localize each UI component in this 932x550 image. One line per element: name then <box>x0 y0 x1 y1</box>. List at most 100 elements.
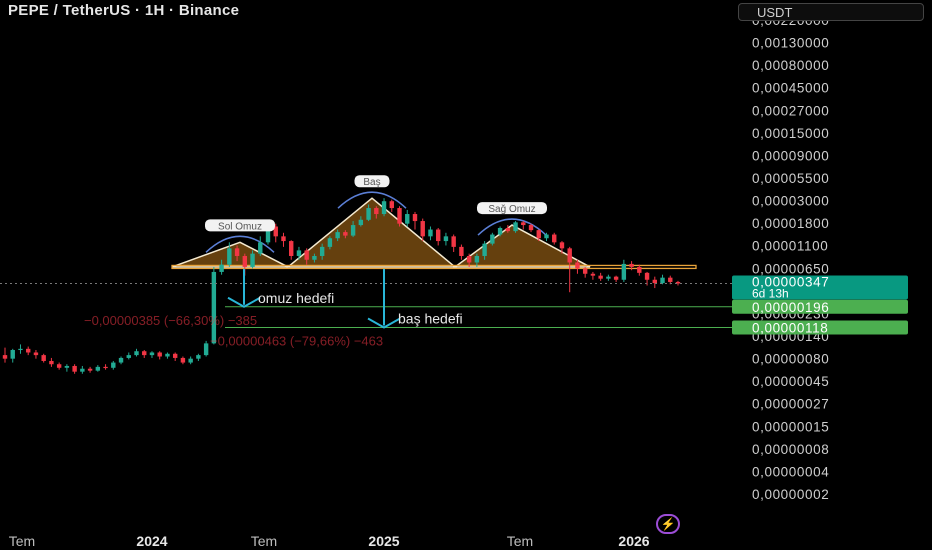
candle-body <box>559 242 565 249</box>
candle-body <box>103 366 108 369</box>
candle-body <box>443 236 449 242</box>
candle-body <box>466 255 472 263</box>
x-tick-label: 2025 <box>368 533 399 549</box>
candle-body <box>350 225 356 236</box>
candle-body <box>157 352 162 357</box>
price-axis[interactable]: 0,002200000,001300000,000800000,00045000… <box>752 13 829 502</box>
candle-body <box>134 351 139 356</box>
y-tick-label: 0,00000015 <box>752 419 829 434</box>
candle-body <box>49 360 54 365</box>
pattern-label: Sol Omuz <box>218 221 262 232</box>
x-tick-label: Tem <box>251 533 277 549</box>
candle-body <box>180 357 186 363</box>
y-tick-label: 0,00015000 <box>752 126 829 141</box>
candle-body <box>196 355 201 359</box>
candle-body <box>598 275 603 279</box>
candle-body <box>242 255 248 267</box>
candle-body <box>2 355 8 359</box>
pattern-label: Baş <box>363 177 380 188</box>
candle-body <box>56 364 62 368</box>
y-tick-label: 0,00009000 <box>752 148 829 163</box>
lightning-icon[interactable]: ⚡ <box>656 514 680 534</box>
candle-body <box>435 229 441 242</box>
candle-body <box>227 248 232 265</box>
candle-body <box>289 241 294 256</box>
target-label: omuz hedefi <box>258 290 334 306</box>
pattern-label: Sağ Omuz <box>488 204 535 215</box>
target-label: baş hedefi <box>398 311 463 327</box>
candle-body <box>660 277 665 284</box>
time-axis[interactable]: Tem 2024 Tem 2025 Tem 2026 <box>9 533 650 549</box>
y-tick-label: 0,00045000 <box>752 81 829 96</box>
y-tick-label: 0,00000080 <box>752 352 829 367</box>
candle-body <box>497 227 503 235</box>
candle-body <box>552 234 557 243</box>
y-tick-label: 0,00000002 <box>752 487 829 502</box>
countdown-label: 6d 13h <box>752 286 789 300</box>
x-tick-label: 2024 <box>136 533 167 549</box>
y-tick-label: 0,00000045 <box>752 374 829 389</box>
y-tick-label: 0,00000004 <box>752 464 829 479</box>
candle-body <box>490 234 495 244</box>
candle-body <box>335 232 340 239</box>
candle-body <box>374 208 379 215</box>
candle-body <box>111 362 116 368</box>
candle-body <box>381 201 387 215</box>
candle-body <box>482 243 487 256</box>
y-tick-label: 0,00001100 <box>752 239 828 254</box>
y-tick-label: 0,00027000 <box>752 103 829 118</box>
candle-body <box>258 242 263 254</box>
candle-body <box>203 343 209 356</box>
target-price-label: 0,00000118 <box>752 321 828 336</box>
candle-body <box>420 221 425 237</box>
candle-body <box>521 222 526 226</box>
candle-body <box>64 365 70 368</box>
candle-body <box>397 208 402 224</box>
candle-body <box>652 279 657 284</box>
candle-body <box>18 348 23 351</box>
candle-body <box>668 277 673 282</box>
candle-body <box>637 266 642 273</box>
candle-body <box>544 234 549 239</box>
candle-body <box>80 368 85 372</box>
price-labels: 0,000003476d 13h0,000001960,00000118 <box>732 274 908 336</box>
candle-body <box>319 246 325 256</box>
candle-body <box>451 236 456 247</box>
candle-body <box>26 348 31 353</box>
x-tick-label: 2026 <box>618 533 649 549</box>
candle-body <box>358 219 364 226</box>
candle-body <box>41 355 46 361</box>
chart-title: PEPE / TetherUS · 1H · Binance <box>8 2 240 19</box>
candle-body <box>165 353 170 357</box>
candle-body <box>590 273 596 276</box>
candle-body <box>389 201 394 209</box>
y-tick-label: 0,00130000 <box>752 36 829 51</box>
candle-body <box>366 208 371 220</box>
currency-selector[interactable]: USDT <box>738 3 924 21</box>
candle-body <box>296 250 302 256</box>
candle-body <box>428 229 433 237</box>
candle-body <box>343 232 348 236</box>
y-tick-label: 0,00001800 <box>752 216 829 231</box>
candle-body <box>172 353 178 358</box>
candle-body <box>188 358 193 363</box>
y-tick-label: 0,00000027 <box>752 397 829 412</box>
candle-body <box>95 366 101 371</box>
x-tick-label: Tem <box>507 533 533 549</box>
candle-body <box>149 352 155 356</box>
x-tick-label: Tem <box>9 533 35 549</box>
candle-body <box>219 264 224 272</box>
candle-body <box>505 227 511 232</box>
candle-body <box>513 222 518 232</box>
candle-body <box>118 357 124 363</box>
chart-canvas[interactable]: 0,002200000,001300000,000800000,00045000… <box>0 0 932 550</box>
target-price-label: 0,00000196 <box>752 300 829 315</box>
candle-body <box>72 365 77 372</box>
candle-body <box>33 352 39 356</box>
candle-body <box>304 250 309 260</box>
y-tick-label: 0,00005500 <box>752 171 829 186</box>
candle-body <box>459 246 464 256</box>
candle-body <box>606 276 611 279</box>
candle-body <box>405 214 410 224</box>
candle-body <box>142 351 147 356</box>
